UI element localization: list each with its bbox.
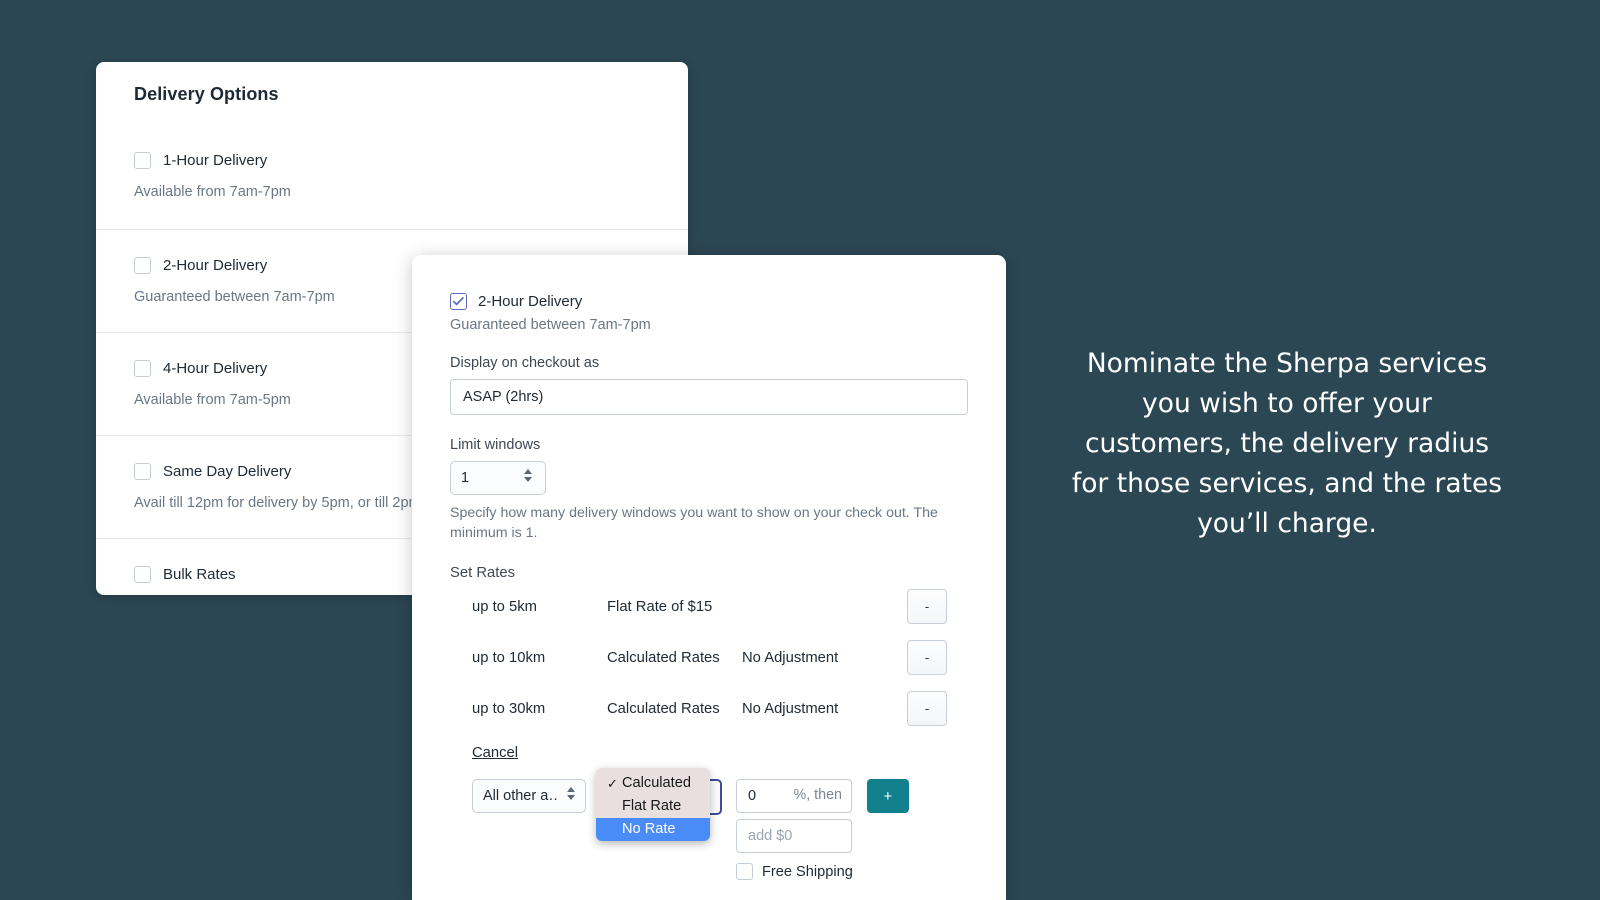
set-rates-label: Set Rates [450,565,968,581]
checkbox-same-day-delivery[interactable] [134,463,151,480]
option-subtitle: Guaranteed between 7am-7pm [134,289,335,305]
rate-type: Calculated Rates [607,701,742,717]
dropdown-option-calculated[interactable]: ✓ Calculated [596,772,710,795]
dropdown-option-label: No Rate [622,821,676,837]
free-shipping-row[interactable]: Free Shipping [736,863,853,880]
free-shipping-label: Free Shipping [762,864,853,880]
dropdown-option-label: Flat Rate [622,798,681,814]
checkbox-free-shipping[interactable] [736,863,753,880]
rate-adjustment: No Adjustment [742,701,907,717]
add-rate-button[interactable]: + [867,779,909,813]
check-icon: ✓ [607,772,618,795]
modal-service-label: 2-Hour Delivery [478,293,582,310]
rate-adjustment: No Adjustment [742,650,907,666]
add-rate-row: All other a… %, then Free Shipping [472,779,968,880]
display-name-label: Display on checkout as [450,355,968,371]
option-label: 2-Hour Delivery [163,257,267,274]
option-header[interactable]: 4-Hour Delivery [134,360,267,377]
option-header[interactable]: 2-Hour Delivery [134,257,267,274]
option-subtitle: Available from 7am-7pm [134,184,291,200]
option-label: 4-Hour Delivery [163,360,267,377]
percent-field[interactable]: %, then [736,779,852,813]
modal-header[interactable]: 2-Hour Delivery [450,293,968,310]
dropdown-option-label: Calculated [622,775,691,791]
option-header[interactable]: 1-Hour Delivery [134,152,267,169]
remove-rate-button[interactable]: - [907,691,947,726]
remove-rate-button[interactable]: - [907,589,947,624]
checkbox-4-hour-delivery[interactable] [134,360,151,377]
option-subtitle: Avail till 12pm for delivery by 5pm, or … [134,495,421,511]
modal-service-subtitle: Guaranteed between 7am-7pm [450,317,968,333]
table-row: up to 30km Calculated Rates No Adjustmen… [450,683,968,734]
table-row: up to 5km Flat Rate of $15 - [450,581,968,632]
cancel-link[interactable]: Cancel [472,745,518,761]
rate-distance: up to 5km [472,599,607,615]
option-subtitle: Available from 7am-5pm [134,392,291,408]
percent-input[interactable] [736,779,852,813]
checkbox-bulk-rates[interactable] [134,566,151,583]
rate-distance: up to 10km [472,650,607,666]
limit-windows-help: Specify how many delivery windows you wa… [450,503,950,543]
limit-windows-label: Limit windows [450,437,968,453]
distance-select[interactable]: All other a… [472,779,586,813]
limit-windows-stepper[interactable] [450,461,546,495]
display-name-input[interactable] [450,379,968,415]
check-icon [452,295,465,308]
checkbox-2-hour-delivery[interactable] [134,257,151,274]
rate-type-dropdown-menu[interactable]: ✓ Calculated Flat Rate No Rate [596,768,710,841]
table-row: up to 10km Calculated Rates No Adjustmen… [450,632,968,683]
add-amount-input[interactable] [736,819,852,853]
limit-windows-input[interactable] [450,461,546,495]
promo-text: Nominate the Sherpa services you wish to… [1070,344,1504,544]
dropdown-option-flat-rate[interactable]: Flat Rate [596,795,710,818]
rate-type: Flat Rate of $15 [607,599,742,615]
option-header[interactable]: Bulk Rates [134,566,236,583]
option-label: 1-Hour Delivery [163,152,267,169]
checkbox-2-hour-delivery-enabled[interactable] [450,293,467,310]
option-header[interactable]: Same Day Delivery [134,463,291,480]
rate-distance: up to 30km [472,701,607,717]
option-label: Same Day Delivery [163,463,291,480]
distance-select-input[interactable]: All other a… [472,779,586,813]
dropdown-option-no-rate[interactable]: No Rate [596,818,710,841]
remove-rate-button[interactable]: - [907,640,947,675]
checkbox-1-hour-delivery[interactable] [134,152,151,169]
adjustment-fields: %, then Free Shipping [736,779,853,880]
list-item[interactable]: 1-Hour Delivery Available from 7am-7pm [96,105,688,230]
option-label: Bulk Rates [163,566,236,583]
rate-type: Calculated Rates [607,650,742,666]
page-title: Delivery Options [96,62,688,105]
